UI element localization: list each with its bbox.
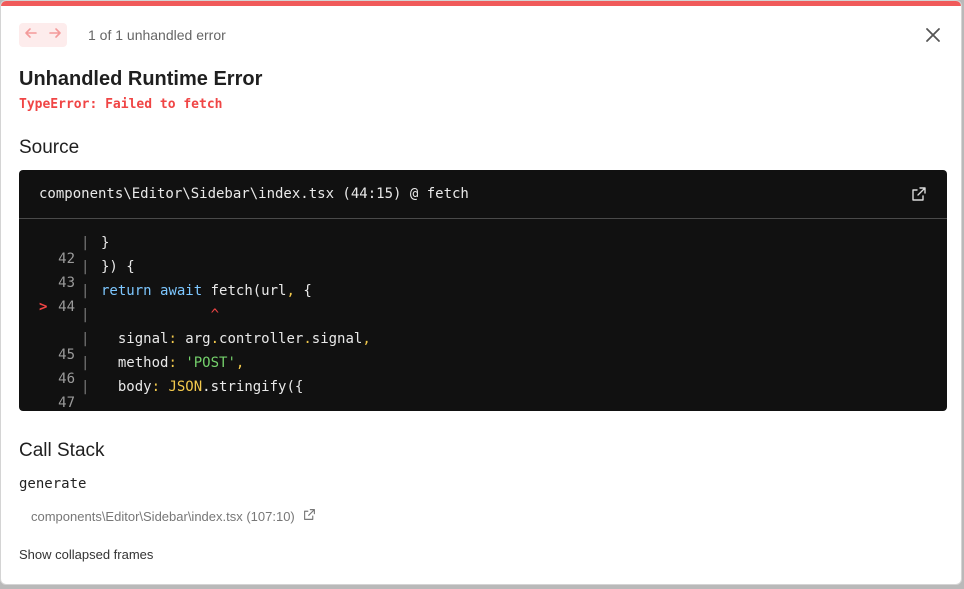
code-line: 42 |} (58, 235, 110, 267)
source-heading: Source (19, 137, 80, 158)
stack-frame-location[interactable]: components\Editor\Sidebar\index.tsx (107… (31, 508, 316, 524)
stack-frame-location-text: components\Editor\Sidebar\index.tsx (107… (31, 508, 295, 524)
error-overlay-dialog: 1 of 1 unhandled error Unhandled Runtime… (0, 0, 962, 585)
stack-frame-function: generate (19, 476, 87, 492)
source-file-header: components\Editor\Sidebar\index.tsx (44:… (19, 170, 947, 219)
code-line: 45 | signal: arg.controller.signal, (58, 331, 371, 363)
error-accent-bar (1, 1, 961, 6)
arrow-right-icon (48, 26, 62, 45)
call-stack-heading: Call Stack (19, 440, 105, 461)
code-text: } (101, 235, 110, 251)
previous-error-button[interactable] (19, 23, 43, 47)
source-code-lines: 42 |} 43 |}) { >44 | return await fetch(url,… (19, 219, 947, 411)
external-link-icon[interactable] (911, 186, 927, 202)
error-message: TypeError: Failed to fetch (19, 97, 223, 112)
error-counter: 1 of 1 unhandled error (88, 27, 226, 43)
code-text: signal: arg.controller.signal, (101, 331, 371, 347)
code-text: method: 'POST', (101, 355, 245, 371)
error-nav-buttons (19, 23, 67, 47)
close-icon (923, 28, 943, 49)
error-navigation: 1 of 1 unhandled error (19, 23, 226, 47)
close-button[interactable] (923, 25, 943, 45)
next-error-button[interactable] (43, 23, 67, 47)
error-caret: ^ (101, 307, 220, 323)
show-collapsed-frames-button[interactable]: Show collapsed frames (19, 547, 153, 562)
code-caret-line: | ^ (81, 307, 220, 323)
code-line: 43 |}) { (58, 259, 135, 291)
code-line: 47 | body: JSON.stringify({ (58, 379, 304, 411)
code-line: 46 | method: 'POST', (58, 355, 245, 387)
source-file-reference[interactable]: components\Editor\Sidebar\index.tsx (44:… (39, 186, 469, 202)
code-text: }) { (101, 259, 135, 275)
code-text: body: JSON.stringify({ (101, 379, 304, 395)
code-text: return await fetch(url, { (101, 283, 312, 299)
external-link-icon[interactable] (295, 508, 316, 524)
arrow-left-icon (24, 26, 38, 45)
error-title: Unhandled Runtime Error (19, 68, 263, 90)
code-line-highlighted: >44 | return await fetch(url, { (19, 279, 947, 315)
source-code-frame: components\Editor\Sidebar\index.tsx (44:… (19, 170, 947, 411)
